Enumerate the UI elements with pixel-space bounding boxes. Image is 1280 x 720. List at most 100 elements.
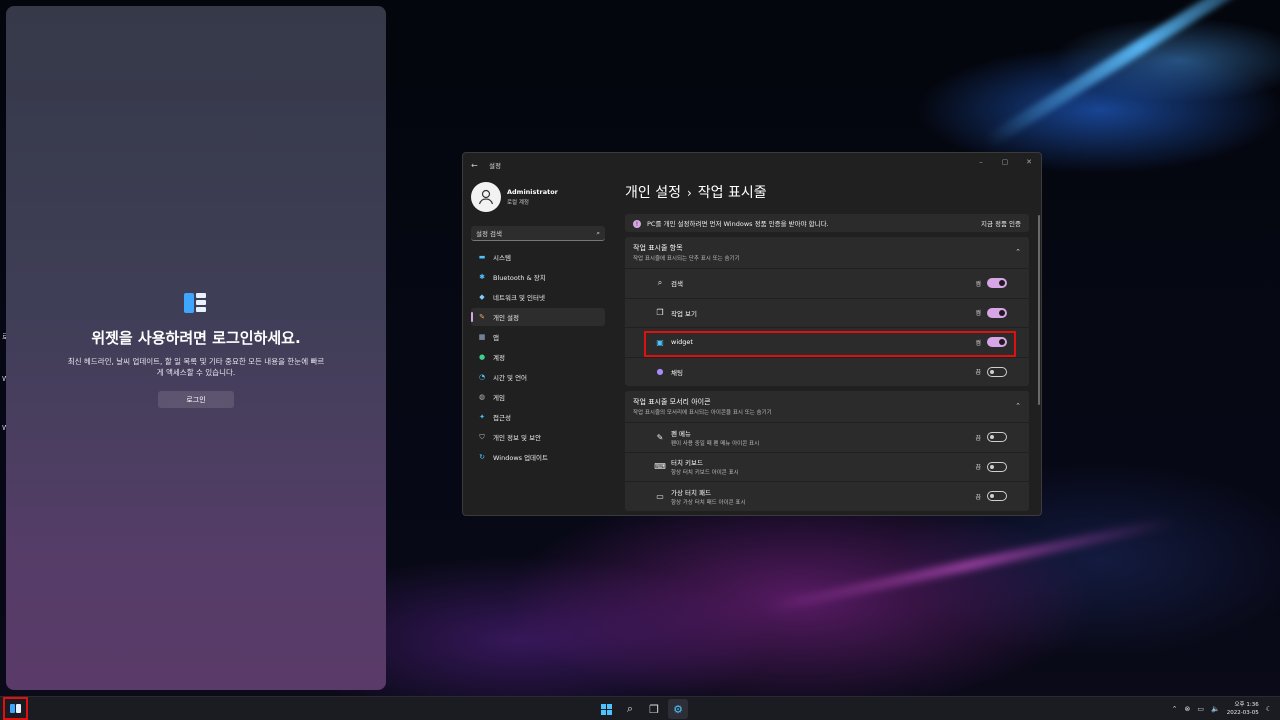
start-button[interactable] <box>596 699 616 719</box>
nav-item-label: 앱 <box>493 334 499 342</box>
row-label: 가상 터치 패드 <box>671 488 712 497</box>
row-description: 항상 가상 터치 패드 아이콘 표시 <box>671 499 746 506</box>
breadcrumb-parent[interactable]: 개인 설정 <box>625 185 681 201</box>
row-label: 터치 키보드 <box>671 459 703 468</box>
nav-item-system[interactable]: ▬ 시스템 <box>471 248 605 266</box>
section-header[interactable]: 작업 표시줄 항목 작업 표시줄에 표시되는 단추 표시 또는 숨기기 ⌃ <box>625 237 1029 268</box>
nav-item-bluetooth[interactable]: ✱ Bluetooth & 장치 <box>471 268 605 286</box>
network-icon[interactable]: ▭ <box>1197 705 1204 713</box>
nav-item-time-language[interactable]: ◔ 시간 및 언어 <box>471 368 605 386</box>
chevron-up-icon: ⌃ <box>1015 248 1021 256</box>
virtual-touchpad-toggle[interactable] <box>987 491 1007 502</box>
clock[interactable]: 오후 1:36 2022-03-05 <box>1227 701 1259 717</box>
pen-menu-toggle[interactable] <box>987 432 1007 443</box>
nav-item-label: Windows 업데이트 <box>493 454 549 462</box>
taskbar-search-button[interactable]: ⌕ <box>620 699 640 719</box>
task-view-icon: ❐ <box>649 702 659 716</box>
back-arrow-icon[interactable]: ← <box>471 161 485 170</box>
setting-row-touch-keyboard: ⌨ 터치 키보드 항상 터치 키보드 아이콘 표시 끔 <box>625 451 1029 482</box>
chevron-up-icon[interactable]: ⌃ <box>1172 705 1178 713</box>
activate-now-link[interactable]: 지금 정품 인증 <box>981 218 1021 228</box>
nav-item-windows-update[interactable]: ↻ Windows 업데이트 <box>471 448 605 466</box>
nav-item-label: 네트워크 및 인터넷 <box>493 294 545 302</box>
minimize-button[interactable]: – <box>969 153 993 171</box>
gaming-icon: ◍ <box>478 393 486 401</box>
nav-item-accessibility[interactable]: ✦ 접근성 <box>471 408 605 426</box>
nav-item-label: Bluetooth & 장치 <box>493 274 546 282</box>
widgets-icon <box>10 704 21 713</box>
settings-content: 개인 설정 › 작업 표시줄 ! PC를 개인 설정하려면 먼저 Windows 정품… <box>625 177 1029 515</box>
nav-item-label: 개인 정보 및 보안 <box>493 434 542 442</box>
network-icon: ◆ <box>479 293 485 301</box>
user-account-type: 로컬 계정 <box>507 200 529 206</box>
setting-row-virtual-touchpad: ▭ 가상 터치 패드 항상 가상 터치 패드 아이콘 표시 끔 <box>625 481 1029 511</box>
brush-icon: ✎ <box>479 313 485 321</box>
nav-item-privacy[interactable]: ⛉ 개인 정보 및 보안 <box>471 428 605 446</box>
nav-item-label: 접근성 <box>493 414 511 422</box>
row-label: widget <box>671 338 693 347</box>
taskbar: ⌕ ❐ ⚙ ⌃ ⊗ ▭ 🔈 오후 1:36 2022-03-05 ☾ <box>0 696 1280 720</box>
clock-time: 오후 1:36 <box>1234 702 1259 708</box>
settings-window: ← 설정 – ▢ ✕ Administrator 로컬 계정 설정 검색 ⌕ ▬… <box>462 152 1042 516</box>
corner-icons-section: 작업 표시줄 모서리 아이콘 작업 표시줄의 모서리에 표시되는 아이콘을 표시… <box>625 391 1029 511</box>
task-view-button[interactable]: ❐ <box>644 699 664 719</box>
task-view-icon: ❐ <box>656 308 664 318</box>
notification-dot-icon[interactable]: ⊗ <box>1185 705 1191 713</box>
keyboard-icon: ⌨ <box>654 462 666 472</box>
user-name: Administrator <box>507 188 558 196</box>
task-view-toggle[interactable] <box>987 307 1007 318</box>
widgets-icon: ▣ <box>656 337 664 347</box>
toggle-state: 켬 <box>975 339 981 347</box>
taskbar-widgets-button[interactable] <box>3 697 28 720</box>
title-bar: ← 설정 <box>463 153 1041 177</box>
windows-update-icon: ↻ <box>479 453 485 461</box>
widget-toggle[interactable] <box>987 337 1007 348</box>
info-icon: ! <box>633 220 641 229</box>
maximize-button[interactable]: ▢ <box>993 153 1017 171</box>
page-title: 작업 표시줄 <box>697 185 767 201</box>
search-toggle[interactable] <box>987 278 1007 289</box>
nav-item-gaming[interactable]: ◍ 게임 <box>471 388 605 406</box>
breadcrumb: 개인 설정 › 작업 표시줄 <box>625 182 1029 202</box>
taskbar-center: ⌕ ❐ ⚙ <box>596 699 688 719</box>
chat-toggle[interactable] <box>987 366 1007 377</box>
widgets-logo-icon <box>184 293 208 315</box>
login-button[interactable]: 로그인 <box>158 391 234 408</box>
shield-icon: ⛉ <box>479 432 485 441</box>
touch-keyboard-toggle[interactable] <box>987 461 1007 472</box>
toggle-state: 켬 <box>975 280 981 288</box>
nav-item-label: 시스템 <box>493 254 511 262</box>
setting-row-chat: ● 채팅 끔 <box>625 356 1029 387</box>
activation-message: PC를 개인 설정하려면 먼저 Windows 정품 인증을 받아야 합니다. <box>647 219 829 228</box>
setting-row-task-view: ❐ 작업 보기 켬 <box>625 297 1029 328</box>
breadcrumb-separator: › <box>686 186 692 200</box>
nav-item-personalization[interactable]: ✎ 개인 설정 <box>471 308 605 326</box>
bluetooth-icon: ✱ <box>479 273 485 281</box>
search-icon: ⌕ <box>657 278 663 288</box>
nav-item-apps[interactable]: ▦ 앱 <box>471 328 605 346</box>
nav-item-network[interactable]: ◆ 네트워크 및 인터넷 <box>471 288 605 306</box>
chevron-up-icon: ⌃ <box>1015 402 1021 410</box>
window-title: 설정 <box>489 162 501 170</box>
settings-search-input[interactable]: 설정 검색 ⌕ <box>471 226 605 241</box>
nav-item-label: 게임 <box>493 394 505 402</box>
row-description: 펜이 사용 중일 때 펜 메뉴 아이콘 표시 <box>671 440 760 447</box>
nav-item-accounts[interactable]: ● 계정 <box>471 348 605 366</box>
settings-app-button[interactable]: ⚙ <box>668 699 688 719</box>
apps-icon: ▦ <box>478 333 486 341</box>
setting-row-widget: ▣ widget 켬 <box>625 327 1029 357</box>
touchpad-icon: ▭ <box>656 491 664 501</box>
volume-icon[interactable]: 🔈 <box>1211 705 1220 713</box>
user-icon <box>478 189 494 205</box>
section-title: 작업 표시줄 항목 <box>633 244 683 252</box>
close-button[interactable]: ✕ <box>1017 153 1041 171</box>
account-icon: ● <box>478 353 486 361</box>
moon-icon[interactable]: ☾ <box>1266 705 1272 713</box>
section-header[interactable]: 작업 표시줄 모서리 아이콘 작업 표시줄의 모서리에 표시되는 아이콘을 표시… <box>625 391 1029 422</box>
scrollbar[interactable] <box>1038 215 1040 405</box>
user-profile[interactable]: Administrator 로컬 계정 <box>471 182 613 212</box>
setting-row-search: ⌕ 검색 켬 <box>625 268 1029 298</box>
toggle-state: 끔 <box>975 369 981 377</box>
system-icon: ▬ <box>478 253 486 261</box>
nav-item-label: 계정 <box>493 354 505 362</box>
